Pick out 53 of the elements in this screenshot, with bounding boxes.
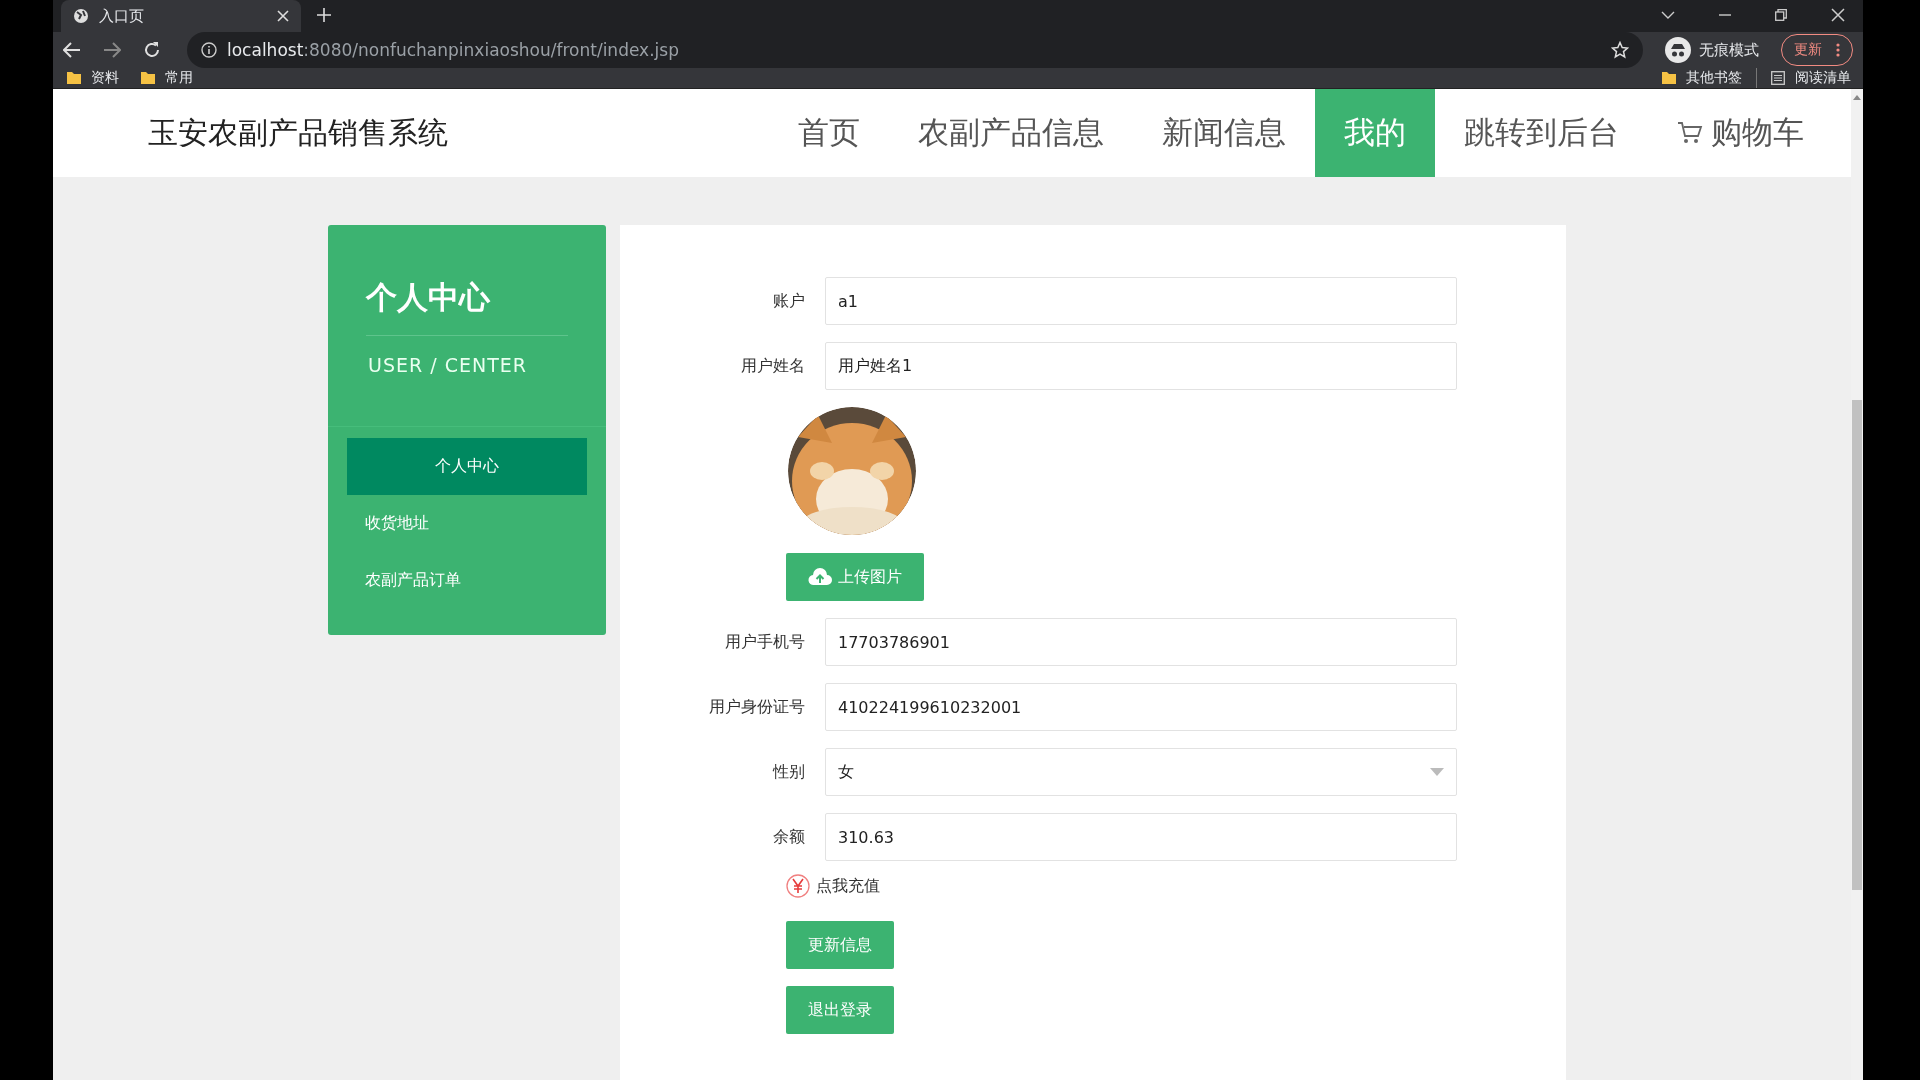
bookmark-folder[interactable]: 常用 xyxy=(141,69,193,87)
incognito-icon xyxy=(1665,37,1691,63)
list-icon xyxy=(1771,71,1785,85)
input-field[interactable]: 17703786901 xyxy=(825,618,1457,666)
info-icon xyxy=(201,42,217,58)
field-label: 余额 xyxy=(772,826,805,848)
field-label: 用户姓名 xyxy=(740,355,805,377)
cart-icon xyxy=(1677,121,1703,145)
nav-link[interactable]: 购物车 xyxy=(1648,89,1833,177)
back-icon[interactable] xyxy=(63,42,81,58)
dropdown-caret-icon xyxy=(1430,768,1444,776)
chevron-down-icon[interactable] xyxy=(1661,10,1675,20)
field-label: 用户手机号 xyxy=(724,631,805,653)
sidebar-subtitle: USER / CENTER xyxy=(367,354,528,376)
globe-icon xyxy=(73,8,89,24)
input-field[interactable]: 310.63 xyxy=(825,813,1457,861)
reload-icon[interactable] xyxy=(143,41,161,59)
field-label: 性别 xyxy=(771,761,805,783)
tab-title: 入口页 xyxy=(99,6,145,26)
gender-select[interactable]: 女 xyxy=(825,748,1457,796)
reading-list-button[interactable]: 阅读清单 xyxy=(1771,69,1851,87)
yen-icon xyxy=(786,874,810,898)
recharge-link[interactable]: 点我充值 xyxy=(786,874,880,898)
cloud-upload-icon xyxy=(808,568,832,586)
sidebar-item[interactable]: 个人中心 xyxy=(347,438,587,495)
sidebar-title: 个人中心 xyxy=(366,277,568,336)
field-label: 账户 xyxy=(772,290,805,312)
folder-icon xyxy=(67,71,81,85)
profile-button[interactable]: 无痕模式 xyxy=(1665,37,1759,63)
scroll-up-icon xyxy=(1853,95,1861,100)
folder-icon xyxy=(141,71,155,85)
browser-tab[interactable]: 入口页 xyxy=(61,0,301,32)
address-field[interactable]: localhost:8080/nonfuchanpinxiaoshou/front/index.jsp xyxy=(187,32,1643,68)
input-field[interactable]: a1 xyxy=(825,277,1457,325)
input-field[interactable]: 用户姓名1 xyxy=(825,342,1457,390)
nav-link[interactable]: 首页 xyxy=(769,89,889,177)
more-icon xyxy=(1836,43,1840,57)
nav-link[interactable]: 新闻信息 xyxy=(1133,89,1315,177)
new-tab-icon[interactable] xyxy=(317,8,331,22)
url-text: localhost:8080/nonfuchanpinxiaoshou/front/index.jsp xyxy=(227,40,680,60)
site-title: 玉安农副产品销售系统 xyxy=(148,113,448,152)
forward-icon[interactable] xyxy=(103,42,121,58)
close-icon[interactable] xyxy=(1831,8,1845,22)
nav-link[interactable]: 农副产品信息 xyxy=(889,89,1133,177)
nav-link[interactable]: 跳转到后台 xyxy=(1435,89,1648,177)
field-label: 用户身份证号 xyxy=(708,696,805,718)
bookmark-folder[interactable]: 资料 xyxy=(67,69,119,87)
input-field[interactable]: 410224199610232001 xyxy=(825,683,1457,731)
bookmark-folder[interactable]: 其他书签 xyxy=(1662,69,1742,87)
restore-icon[interactable] xyxy=(1775,9,1787,21)
folder-icon xyxy=(1662,71,1676,85)
star-icon[interactable] xyxy=(1611,41,1629,59)
close-icon[interactable] xyxy=(277,10,289,22)
